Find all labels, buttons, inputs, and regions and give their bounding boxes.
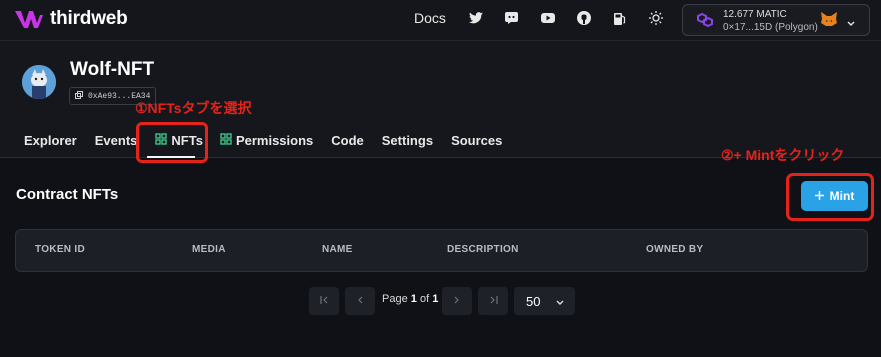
thirdweb-logo-icon — [15, 11, 43, 28]
column-header-owned-by[interactable]: OWNED BY — [646, 244, 703, 255]
tab-explorer[interactable]: Explorer — [24, 133, 77, 148]
chevron-down-icon — [556, 294, 564, 309]
tab-code[interactable]: Code — [331, 133, 364, 148]
metamask-icon — [820, 11, 838, 32]
first-page-icon — [319, 295, 329, 307]
tab-permissions[interactable]: Permissions — [220, 133, 313, 148]
wallet-button[interactable]: 12.677 MATIC 0×17...15D (Polygon) — [682, 4, 870, 36]
previous-page-button[interactable] — [345, 287, 375, 315]
next-page-button[interactable] — [442, 287, 472, 315]
docs-link[interactable]: Docs — [414, 10, 446, 26]
gas-icon[interactable] — [612, 10, 628, 26]
contract-tabs: Explorer Events NFTs Permissions Code Se… — [24, 133, 502, 148]
column-header-token-id[interactable]: TOKEN ID — [35, 244, 85, 255]
contract-avatar — [22, 65, 56, 99]
column-header-description[interactable]: DESCRIPTION — [447, 244, 519, 255]
tab-label: Events — [94, 133, 138, 148]
tab-label: Permissions — [235, 133, 314, 148]
thirdweb-logo[interactable]: thirdweb — [14, 8, 128, 30]
annotation-step1: ①NFTsタブを選択 — [135, 100, 252, 116]
page-size-value: 50 — [526, 293, 541, 309]
annotation-step2: ②+ Mintをクリック — [721, 147, 845, 163]
nft-table: TOKEN ID MEDIA NAME DESCRIPTION OWNED BY — [15, 229, 868, 272]
last-page-icon — [489, 295, 498, 307]
pagination: Page 1 of 1 50 — [0, 287, 881, 315]
wallet-balance: 12.677 MATIC — [723, 9, 787, 20]
youtube-icon[interactable] — [540, 10, 556, 26]
first-page-button[interactable] — [309, 287, 339, 315]
mint-button-label: Mint — [829, 189, 855, 203]
wallet-address: 0×17...15D (Polygon) — [723, 22, 818, 33]
nft-grid-icon — [220, 133, 232, 148]
tab-label: Code — [331, 133, 364, 148]
chevron-left-icon — [357, 295, 363, 307]
page-prefix: Page — [382, 293, 408, 305]
chevron-down-icon — [847, 14, 855, 32]
current-page: 1 — [410, 293, 417, 305]
polygon-icon — [695, 12, 715, 33]
twitter-icon[interactable] — [468, 10, 484, 26]
tab-label: Sources — [451, 133, 503, 148]
plus-icon — [814, 189, 824, 203]
annotation-highlight-nfts-tab — [136, 122, 208, 163]
column-header-name[interactable]: NAME — [322, 244, 353, 255]
section-title: Contract NFTs — [16, 186, 119, 203]
brand-name: thirdweb — [50, 8, 128, 29]
page-indicator: Page 1 of 1 — [382, 293, 438, 305]
tab-settings[interactable]: Settings — [382, 133, 433, 148]
mint-button[interactable]: Mint — [801, 181, 868, 211]
top-navbar: thirdweb Docs 12.677 MATIC 0×17...15D (P… — [0, 0, 881, 41]
tab-sources[interactable]: Sources — [451, 133, 502, 148]
total-pages: 1 — [432, 293, 439, 305]
page-of-label: of — [419, 293, 430, 305]
discord-icon[interactable] — [504, 10, 520, 26]
theme-toggle-icon[interactable] — [648, 10, 664, 26]
github-icon[interactable] — [576, 10, 592, 26]
chevron-right-icon — [454, 295, 460, 307]
last-page-button[interactable] — [478, 287, 508, 315]
tab-label: Explorer — [24, 133, 77, 148]
column-header-media[interactable]: MEDIA — [192, 244, 226, 255]
page-size-select[interactable]: 50 — [514, 287, 575, 315]
contract-name: Wolf-NFT — [70, 59, 155, 80]
tab-label: Settings — [381, 133, 434, 148]
contract-header: Wolf-NFT 0xAe93...EA34 ①NFTsタブを選択 Explor… — [0, 41, 881, 158]
copy-icon — [75, 90, 83, 102]
tab-events[interactable]: Events — [95, 133, 138, 148]
